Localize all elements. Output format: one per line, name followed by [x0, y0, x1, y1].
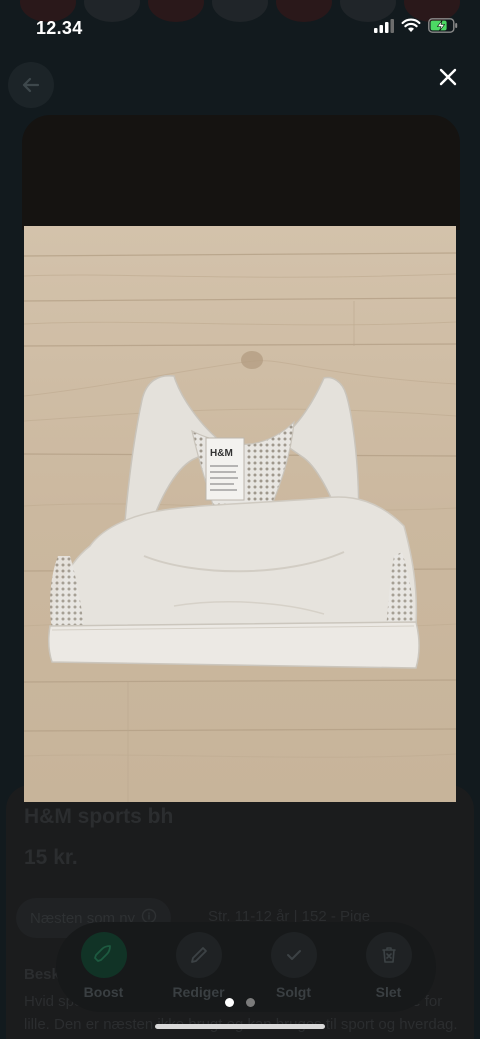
trash-icon: [365, 932, 412, 978]
boost-button[interactable]: Boost: [64, 932, 144, 1000]
delete-button[interactable]: Slet: [349, 932, 429, 1000]
pager-dot-1[interactable]: [225, 998, 234, 1007]
close-icon: [438, 67, 458, 92]
photo-pager: [0, 998, 480, 1007]
status-bar: 12.34: [0, 0, 480, 56]
close-button[interactable]: [426, 62, 470, 96]
brand-tag-text: H&M: [210, 448, 233, 459]
home-indicator: [155, 1024, 325, 1029]
rocket-icon: [80, 932, 127, 978]
signal-icon: [374, 18, 394, 38]
battery-charging-icon: [428, 18, 458, 38]
status-icons: [374, 18, 458, 38]
back-arrow-icon: [8, 62, 54, 108]
pencil-icon: [175, 932, 222, 978]
listing-image-card: [22, 115, 460, 230]
mark-sold-button[interactable]: Solgt: [254, 932, 334, 1000]
status-time: 12.34: [36, 17, 83, 38]
wifi-icon: [401, 18, 421, 38]
listing-price: 15 kr.: [24, 846, 78, 869]
check-icon: [270, 932, 317, 978]
pager-dot-2[interactable]: [246, 998, 255, 1007]
listing-photo[interactable]: H&M: [24, 226, 456, 802]
edit-button[interactable]: Rediger: [159, 932, 239, 1000]
listing-title: H&M sports bh: [24, 805, 174, 828]
sports-bra-photo: H&M: [24, 226, 456, 802]
